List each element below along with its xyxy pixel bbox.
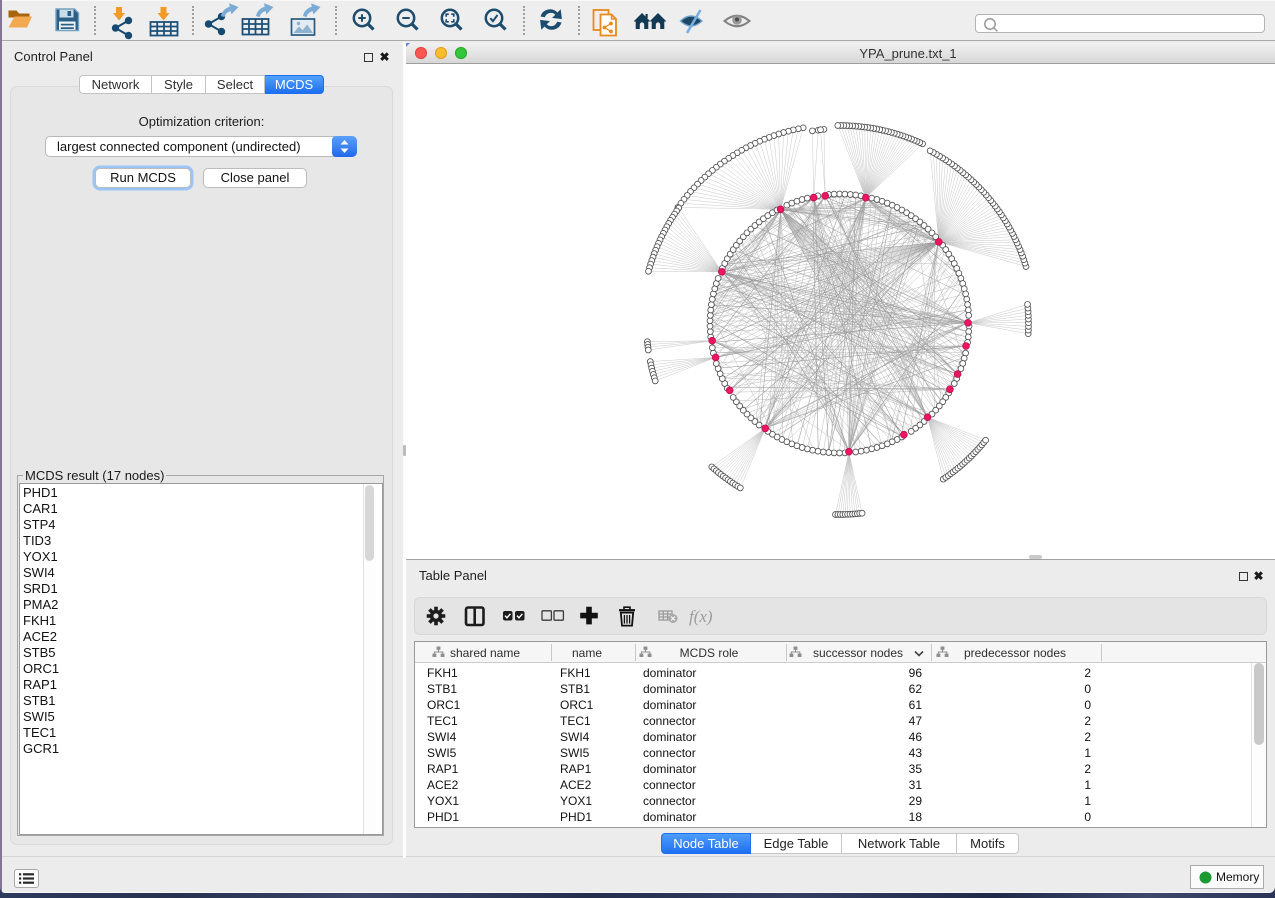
- svg-text:f(x): f(x): [689, 607, 713, 626]
